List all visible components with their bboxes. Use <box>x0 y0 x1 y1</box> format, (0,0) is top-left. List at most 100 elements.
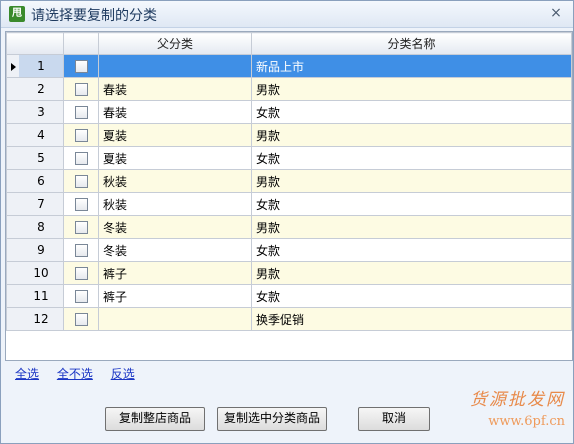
parent-category-cell[interactable]: 春装 <box>98 77 252 101</box>
parent-category-cell[interactable]: 夏装 <box>98 146 252 170</box>
row-checkbox-cell <box>63 238 99 262</box>
row-number: 7 <box>19 192 64 216</box>
row-number-header <box>19 32 64 55</box>
invert-selection-link[interactable]: 反选 <box>111 367 135 381</box>
watermark-title: 货源批发网 <box>470 390 565 410</box>
title-bar: 甩 请选择要复制的分类 × <box>1 1 573 28</box>
row-checkbox[interactable] <box>74 198 88 211</box>
row-checkbox[interactable] <box>74 244 88 257</box>
row-checkbox[interactable] <box>74 175 88 188</box>
grid-body: 1 新品上市 2 春装 男款 3 春装 女款 4 夏装 男款 5 夏装 女款 6 秋装 男款 7 秋装 女款 8 冬装 男款… <box>6 54 572 331</box>
select-none-link[interactable]: 全不选 <box>57 367 93 381</box>
parent-category-cell[interactable]: 秋装 <box>98 169 252 193</box>
parent-category-cell[interactable]: 裤子 <box>98 284 252 308</box>
header-row: 父分类 分类名称 <box>6 32 572 55</box>
row-number: 9 <box>19 238 64 262</box>
row-checkbox-cell <box>63 169 99 193</box>
row-checkbox-cell <box>63 77 99 101</box>
copy-category-dialog: 甩 请选择要复制的分类 × 父分类 分类名称 1 新品上市 2 春装 男款 3 春装 女款 4 夏… <box>0 0 574 444</box>
row-checkbox[interactable] <box>74 290 88 303</box>
table-row[interactable]: 2 春装 男款 <box>6 77 572 101</box>
app-icon: 甩 <box>9 6 25 22</box>
row-checkbox-cell <box>63 123 99 147</box>
row-number: 8 <box>19 215 64 239</box>
row-checkbox-cell <box>63 146 99 170</box>
parent-category-cell[interactable]: 冬装 <box>98 238 252 262</box>
parent-category-cell[interactable]: 春装 <box>98 100 252 124</box>
table-row[interactable]: 9 冬装 女款 <box>6 238 572 262</box>
row-number: 10 <box>19 261 64 285</box>
row-checkbox-cell <box>63 192 99 216</box>
row-checkbox-cell <box>63 54 99 78</box>
close-icon[interactable]: × <box>547 4 565 22</box>
parent-category-cell[interactable]: 秋装 <box>98 192 252 216</box>
category-table: 父分类 分类名称 1 新品上市 2 春装 男款 3 春装 女款 4 夏装 男款 5 夏装 女款 6 秋装 男款 7… <box>6 32 572 331</box>
row-indicator <box>6 54 19 78</box>
row-checkbox[interactable] <box>74 106 88 119</box>
copy-selected-category-button[interactable]: 复制选中分类商品 <box>217 407 327 431</box>
row-number: 4 <box>19 123 64 147</box>
row-checkbox-cell <box>63 307 99 331</box>
row-indicator <box>6 261 19 285</box>
table-row[interactable]: 11 裤子 女款 <box>6 284 572 308</box>
category-name-cell[interactable]: 女款 <box>251 192 572 216</box>
watermark-url: www.6pf.cn <box>488 414 565 429</box>
parent-category-cell[interactable]: 夏装 <box>98 123 252 147</box>
row-indicator <box>6 100 19 124</box>
table-row[interactable]: 8 冬装 男款 <box>6 215 572 239</box>
selection-links: 全选 全不选 反选 <box>15 365 149 382</box>
row-checkbox-cell <box>63 261 99 285</box>
parent-category-cell[interactable] <box>98 307 252 331</box>
row-checkbox[interactable] <box>74 221 88 234</box>
table-row[interactable]: 12 换季促销 <box>6 307 572 331</box>
parent-category-header[interactable]: 父分类 <box>98 32 252 55</box>
parent-category-cell[interactable] <box>98 54 252 78</box>
category-name-cell[interactable]: 男款 <box>251 123 572 147</box>
table-row[interactable]: 6 秋装 男款 <box>6 169 572 193</box>
category-grid: 父分类 分类名称 1 新品上市 2 春装 男款 3 春装 女款 4 夏装 男款 5 夏装 女款 6 秋装 男款 7… <box>5 31 573 361</box>
cancel-button[interactable]: 取消 <box>358 407 430 431</box>
category-name-cell[interactable]: 男款 <box>251 169 572 193</box>
indicator-header <box>6 32 19 55</box>
parent-category-cell[interactable]: 裤子 <box>98 261 252 285</box>
row-indicator <box>6 307 19 331</box>
row-checkbox-cell <box>63 284 99 308</box>
row-checkbox[interactable] <box>74 83 88 96</box>
row-indicator <box>6 123 19 147</box>
row-indicator <box>6 238 19 262</box>
row-checkbox[interactable] <box>74 313 88 326</box>
watermark: 货源批发网 www.6pf.cn <box>470 385 565 429</box>
row-number: 12 <box>19 307 64 331</box>
row-checkbox[interactable] <box>74 129 88 142</box>
row-number: 5 <box>19 146 64 170</box>
table-row[interactable]: 7 秋装 女款 <box>6 192 572 216</box>
category-name-cell[interactable]: 男款 <box>251 215 572 239</box>
row-indicator <box>6 77 19 101</box>
category-name-cell[interactable]: 换季促销 <box>251 307 572 331</box>
row-checkbox-cell <box>63 215 99 239</box>
category-name-cell[interactable]: 新品上市 <box>251 54 572 78</box>
parent-category-cell[interactable]: 冬装 <box>98 215 252 239</box>
row-checkbox[interactable] <box>74 152 88 165</box>
row-checkbox[interactable] <box>74 267 88 280</box>
row-number: 1 <box>19 54 64 78</box>
category-name-header[interactable]: 分类名称 <box>251 32 572 55</box>
table-row[interactable]: 1 新品上市 <box>6 54 572 78</box>
category-name-cell[interactable]: 女款 <box>251 146 572 170</box>
category-name-cell[interactable]: 男款 <box>251 261 572 285</box>
row-number: 2 <box>19 77 64 101</box>
row-checkbox[interactable] <box>74 60 88 73</box>
table-row[interactable]: 4 夏装 男款 <box>6 123 572 147</box>
checkbox-header <box>63 32 99 55</box>
category-name-cell[interactable]: 女款 <box>251 100 572 124</box>
table-row[interactable]: 5 夏装 女款 <box>6 146 572 170</box>
copy-whole-store-button[interactable]: 复制整店商品 <box>105 407 205 431</box>
category-name-cell[interactable]: 女款 <box>251 238 572 262</box>
row-indicator <box>6 169 19 193</box>
row-checkbox-cell <box>63 100 99 124</box>
category-name-cell[interactable]: 女款 <box>251 284 572 308</box>
category-name-cell[interactable]: 男款 <box>251 77 572 101</box>
table-row[interactable]: 3 春装 女款 <box>6 100 572 124</box>
table-row[interactable]: 10 裤子 男款 <box>6 261 572 285</box>
select-all-link[interactable]: 全选 <box>15 367 39 381</box>
